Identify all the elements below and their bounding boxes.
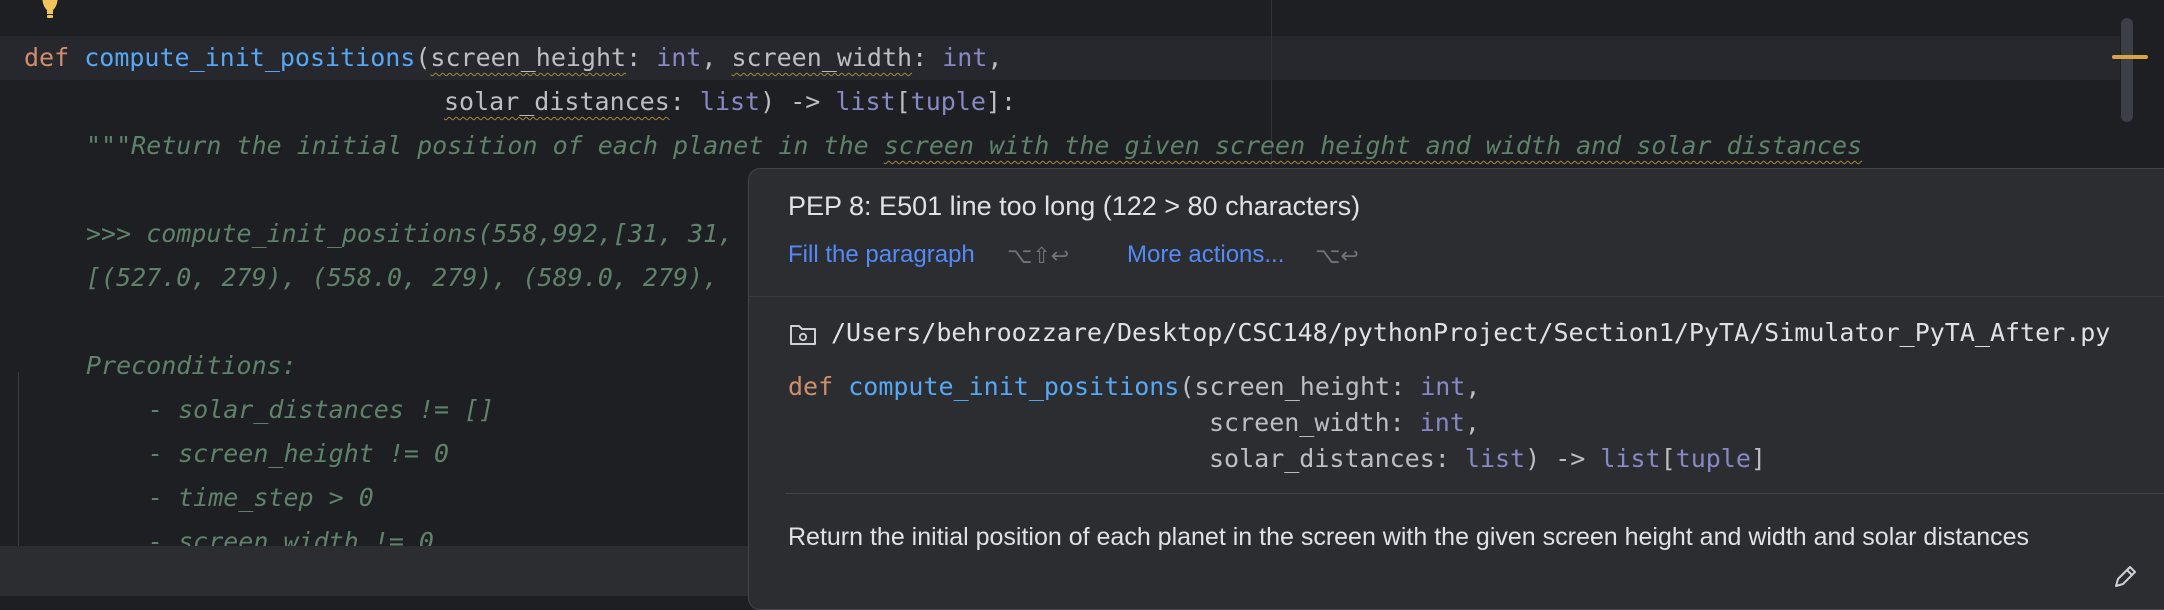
signature-line-3: solar_distances: list) -> list[tuple] <box>1209 441 1766 477</box>
colon: : <box>1389 408 1420 437</box>
inspection-popup: PEP 8: E501 line too long (122 > 80 char… <box>748 168 2164 610</box>
bracket: [ <box>895 87 911 116</box>
popup-divider <box>749 296 2164 297</box>
bracket: ]: <box>985 87 1017 116</box>
colon: : <box>912 43 943 72</box>
lightbulb-icon[interactable] <box>38 0 62 22</box>
more-actions-shortcut: ⌥↩ <box>1315 243 1359 268</box>
bracket: [ <box>1660 444 1676 473</box>
type-int: int <box>1420 372 1466 401</box>
paren: ( <box>415 43 431 72</box>
type-int: int <box>942 43 988 72</box>
comma: , <box>987 43 1003 72</box>
colon: : <box>1434 444 1465 473</box>
param-solar-distances: solar_distances <box>1209 444 1435 473</box>
type-tuple: tuple <box>1675 444 1751 473</box>
indent-guide <box>18 372 19 548</box>
param-solar-distances: solar_distances <box>444 87 670 116</box>
vertical-scrollbar[interactable] <box>2121 18 2133 122</box>
paren: ( <box>1179 372 1195 401</box>
keyword: def <box>788 372 834 401</box>
precondition-item: - solar_distances != [] <box>148 395 495 424</box>
keyword: def <box>24 43 70 72</box>
type-int: int <box>1419 408 1465 437</box>
type-tuple: tuple <box>910 87 986 116</box>
return-arrow: ) -> <box>1525 444 1601 473</box>
docstring-line-1: """Return the initial position of each p… <box>86 124 1862 168</box>
comma: , <box>1464 408 1480 437</box>
param-screen-width: screen_width <box>1209 408 1390 437</box>
doctest-call: >>> compute_init_positions(558,992,[31, … <box>86 219 734 248</box>
colon: : <box>1390 372 1421 401</box>
popup-title: PEP 8: E501 line too long (122 > 80 char… <box>788 191 1361 221</box>
function-name: compute_init_positions <box>848 372 1180 401</box>
precondition-item: - time_step > 0 <box>148 483 374 512</box>
comma: , <box>701 43 732 72</box>
fill-paragraph-shortcut: ⌥⇧↩ <box>1007 243 1070 268</box>
signature-line-1: def compute_init_positions(screen_height… <box>788 369 1480 405</box>
preconditions-heading: Preconditions: <box>86 351 297 380</box>
param-screen-height: screen_height <box>1194 372 1391 401</box>
docstring-long-part: screen with the given screen height and … <box>883 131 1863 160</box>
docstring-description: Return the initial position of each plan… <box>788 523 2030 551</box>
fill-paragraph-link[interactable]: Fill the paragraph <box>788 239 975 271</box>
warning-marker[interactable] <box>2112 55 2148 59</box>
precondition-item: - screen_height != 0 <box>148 439 450 468</box>
type-list: list <box>1464 444 1526 473</box>
function-name: compute_init_positions <box>84 43 416 72</box>
colon: : <box>626 43 657 72</box>
return-arrow: ) -> <box>760 87 836 116</box>
type-list: list <box>835 87 896 116</box>
signature-line-2: screen_width: int, <box>1209 405 1480 441</box>
popup-divider <box>785 493 2164 494</box>
type-list: list <box>699 87 761 116</box>
bracket: ] <box>1750 444 1766 473</box>
code-line-2: solar_distances: list) -> list[tuple]: <box>444 80 1016 124</box>
file-path[interactable]: /Users/behroozzare/Desktop/CSC148/python… <box>831 315 2110 351</box>
colon: : <box>669 87 700 116</box>
param-screen-height: screen_height <box>430 43 627 72</box>
docstring-part: """Return the initial position of each p… <box>86 131 884 160</box>
code-line-1: def compute_init_positions(screen_height… <box>24 36 1002 80</box>
type-int: int <box>656 43 702 72</box>
more-actions-link[interactable]: More actions... <box>1127 239 1284 271</box>
param-screen-width: screen_width <box>731 43 913 72</box>
folder-icon <box>790 325 816 345</box>
type-list: list <box>1600 444 1661 473</box>
comma: , <box>1465 372 1481 401</box>
doctest-result: [(527.0, 279), (558.0, 279), (589.0, 279… <box>86 263 719 292</box>
pencil-icon[interactable] <box>2111 563 2139 591</box>
